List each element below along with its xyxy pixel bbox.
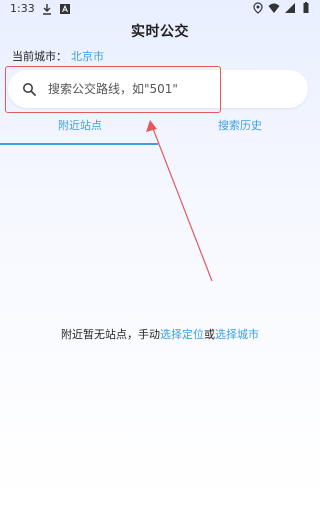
select-city-link[interactable]: 选择城市 xyxy=(215,328,259,341)
select-location-link[interactable]: 选择定位 xyxy=(160,328,204,341)
wifi-icon xyxy=(268,3,280,13)
notification-a-icon xyxy=(59,3,70,14)
tab-search-history[interactable]: 搜索历史 xyxy=(160,115,320,145)
page-title: 实时公交 xyxy=(131,24,189,40)
status-bar-left: 1:33 xyxy=(10,2,71,15)
current-city-row: 当前城市： 北京市 xyxy=(12,48,104,64)
status-bar: 1:33 xyxy=(0,0,320,18)
tab-nearby-stations[interactable]: 附近站点 xyxy=(0,115,160,145)
current-city-link[interactable]: 北京市 xyxy=(71,50,104,63)
location-icon xyxy=(253,2,263,14)
battery-icon xyxy=(303,2,309,13)
current-city-label: 当前城市： xyxy=(12,50,67,63)
search-box[interactable] xyxy=(8,70,308,108)
status-time: 1:33 xyxy=(10,2,35,15)
search-icon xyxy=(23,83,36,96)
title-bar: 实时公交 xyxy=(0,18,320,46)
empty-state-message: 附近暂无站点，手动选择定位或选择城市 xyxy=(0,326,320,342)
active-tab-indicator xyxy=(0,143,158,145)
empty-text-before: 附近暂无站点，手动 xyxy=(61,328,160,341)
search-input[interactable] xyxy=(46,81,280,97)
empty-text-middle: 或 xyxy=(204,328,215,341)
download-icon xyxy=(42,3,51,15)
signal-icon xyxy=(285,3,295,13)
status-bar-right xyxy=(252,2,312,14)
tab-bar: 附近站点 搜索历史 xyxy=(0,115,320,145)
